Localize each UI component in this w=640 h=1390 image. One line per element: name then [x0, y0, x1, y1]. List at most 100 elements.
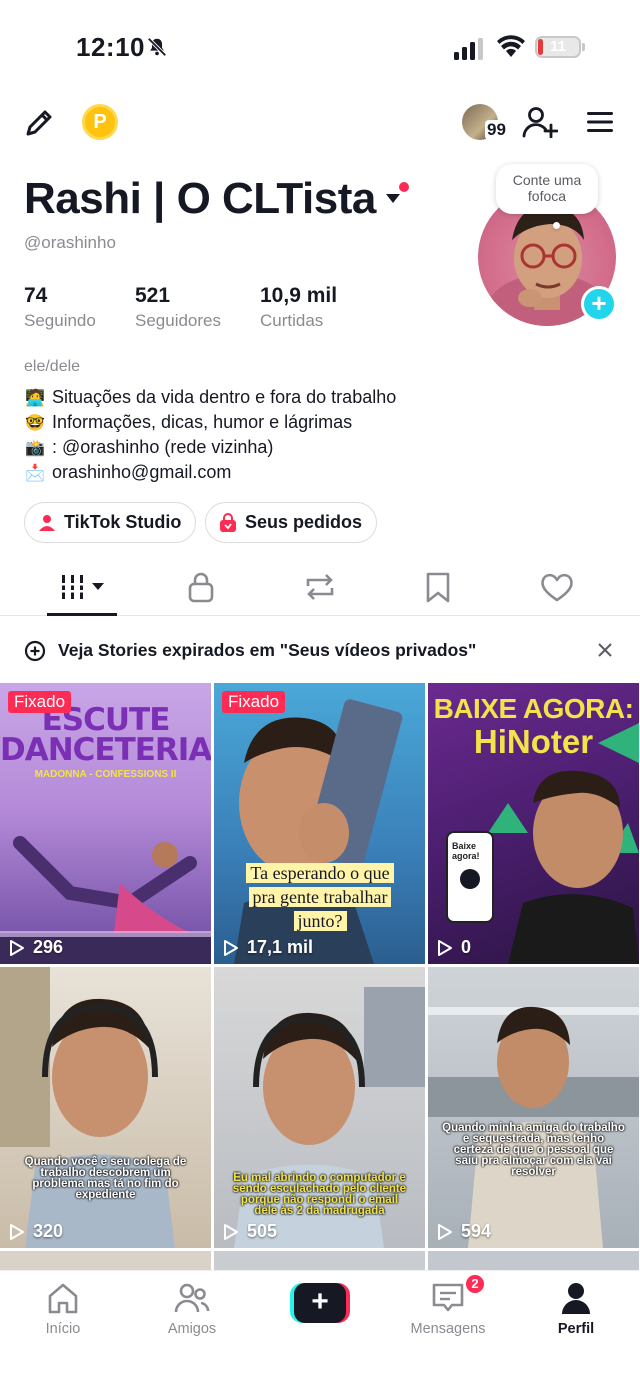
technologist-emoji: 🧑‍💻	[25, 390, 45, 407]
video-tile-partial[interactable]	[214, 1251, 425, 1270]
pronouns: ele/dele	[24, 358, 81, 375]
battery-text: 11	[550, 38, 566, 55]
status-time: 12:10	[76, 32, 145, 62]
messages-icon	[432, 1283, 464, 1312]
friends-icon	[174, 1283, 210, 1313]
tab-reposts-icon[interactable]	[300, 570, 340, 604]
stat-following[interactable]: 74 Seguindo	[24, 284, 96, 331]
phone-mockup: Baixe agora!	[446, 831, 494, 923]
nav-friends[interactable]: Amigos	[142, 1281, 242, 1337]
studio-icon	[39, 514, 55, 531]
username: @orashinho	[24, 233, 116, 252]
nav-profile[interactable]: Perfil	[526, 1281, 626, 1337]
notice-text: Veja Stories expirados em "Seus vídeos p…	[58, 640, 477, 660]
edit-icon[interactable]	[22, 106, 56, 140]
video-caption: Quando você e seu colega de trabalho des…	[24, 1156, 187, 1201]
coin-icon[interactable]: P	[82, 104, 118, 140]
nerd-emoji: 🤓	[25, 415, 45, 432]
caption-text: Ta esperando o que pra gente trabalhar j…	[246, 863, 394, 931]
bio-text: Situações da vida dentro e fora do traba…	[52, 387, 397, 407]
bottom-nav: Início Amigos + Mensagens 2 Perfil	[0, 1270, 640, 1390]
video-tile-partial[interactable]	[428, 1251, 639, 1270]
active-tab-underline	[47, 613, 117, 616]
signal-icon	[454, 38, 483, 60]
play-icon	[438, 939, 452, 956]
bio-text: Informações, dicas, humor e lágrimas	[52, 412, 353, 432]
view-count: 296	[8, 937, 63, 958]
view-count-value: 320	[33, 1221, 64, 1241]
tab-videos[interactable]	[60, 570, 106, 604]
profile-name[interactable]: Rashi | O CLTista	[24, 174, 376, 224]
nav-home[interactable]: Início	[13, 1281, 113, 1337]
video-grid: ESCUTE DANCETERIA MADONNA - CONFESSIONS …	[0, 683, 640, 1270]
video-tile[interactable]: Eu mal abrindo o computador e sendo escu…	[214, 967, 425, 1248]
tab-favorites-bookmark-icon[interactable]	[418, 570, 458, 604]
view-count: 0	[436, 937, 471, 958]
view-count: 594	[436, 1221, 491, 1242]
studio-label: TikTok Studio	[64, 512, 182, 532]
mic-icon	[460, 869, 480, 889]
bio: 🧑‍💻 Situações da vida dentro e fora do tr…	[24, 385, 396, 485]
add-story-button[interactable]: +	[581, 286, 617, 322]
account-switch-caret-icon[interactable]	[386, 194, 400, 204]
bio-line: 🧑‍💻 Situações da vida dentro e fora do tr…	[24, 385, 396, 410]
bell-muted-icon	[147, 37, 167, 57]
profile-tabs	[0, 562, 640, 616]
camera-emoji: 📸	[25, 440, 45, 457]
video-title: BAIXE AGORA:	[433, 693, 634, 724]
pinned-badge: Fixado	[222, 691, 286, 713]
view-count-value: 0	[461, 937, 472, 957]
bio-line: 🤓 Informações, dicas, humor e lágrimas	[24, 410, 396, 435]
friends-count: 99	[485, 120, 508, 140]
plus-icon: +	[294, 1283, 346, 1323]
battery-nub	[582, 43, 585, 51]
menu-icon[interactable]	[586, 110, 614, 134]
video-tile[interactable]: BAIXE AGORA: HiNoter Baixe agora! 0	[428, 683, 639, 964]
view-count-value: 505	[247, 1221, 278, 1241]
video-thumbnail-art	[428, 1006, 639, 1248]
video-thumbnail-art	[0, 967, 175, 1248]
orders-label: Seus pedidos	[245, 512, 363, 532]
stat-followers[interactable]: 521 Seguidores	[135, 284, 221, 331]
video-caption: Eu mal abrindo o computador e sendo escu…	[232, 1172, 407, 1217]
play-icon	[224, 1223, 238, 1240]
bio-email[interactable]: orashinho@gmail.com	[52, 462, 231, 482]
video-tile-partial[interactable]	[0, 1251, 211, 1270]
video-tile[interactable]: Quando minha amiga do trabalho e sequest…	[428, 967, 639, 1248]
stat-value: 74	[24, 284, 48, 307]
tab-liked-heart-icon[interactable]	[537, 570, 577, 604]
stat-label: Seguidores	[135, 311, 222, 330]
tiktok-studio-button[interactable]: TikTok Studio	[24, 502, 197, 543]
video-tile[interactable]: Ta esperando o que pra gente trabalhar j…	[214, 683, 425, 964]
nav-home-label: Início	[45, 1321, 81, 1337]
view-count: 320	[8, 1221, 63, 1242]
nav-messages-label: Mensagens	[410, 1321, 486, 1337]
view-count: 17,1 mil	[222, 937, 313, 958]
orders-button[interactable]: Seus pedidos	[205, 502, 378, 543]
video-caption: Quando minha amiga do trabalho e sequest…	[442, 1122, 625, 1178]
view-count-value: 594	[461, 1221, 492, 1241]
add-story-icon	[24, 640, 46, 662]
video-subtitle: MADONNA - CONFESSIONS II	[34, 769, 177, 780]
envelope-emoji: 📩	[25, 465, 45, 482]
stories-notice[interactable]: Veja Stories expirados em "Seus vídeos p…	[0, 626, 640, 676]
video-tile[interactable]: ESCUTE DANCETERIA MADONNA - CONFESSIONS …	[0, 683, 211, 964]
video-caption: Ta esperando o que pra gente trabalhar j…	[244, 861, 396, 933]
phone-text: Baixe agora!	[452, 841, 480, 861]
nav-profile-label: Perfil	[557, 1321, 595, 1337]
close-icon[interactable]	[597, 642, 613, 658]
bio-line: 📩 orashinho@gmail.com	[24, 460, 396, 485]
video-tile[interactable]: Quando você e seu colega de trabalho des…	[0, 967, 211, 1248]
stat-value: 10,9 mil	[260, 284, 338, 307]
create-button[interactable]: +	[290, 1283, 350, 1323]
view-count-value: 17,1 mil	[247, 937, 314, 957]
stat-likes[interactable]: 10,9 mil Curtidas	[260, 284, 337, 331]
stat-value: 521	[135, 284, 171, 307]
tab-private-lock-icon[interactable]	[181, 570, 221, 604]
home-icon	[48, 1283, 78, 1314]
add-friend-icon[interactable]	[522, 106, 558, 138]
profile-icon	[562, 1283, 590, 1314]
nav-friends-label: Amigos	[167, 1321, 217, 1337]
note-bubble[interactable]: Conte uma fofoca	[496, 164, 598, 214]
wifi-icon	[497, 35, 525, 57]
